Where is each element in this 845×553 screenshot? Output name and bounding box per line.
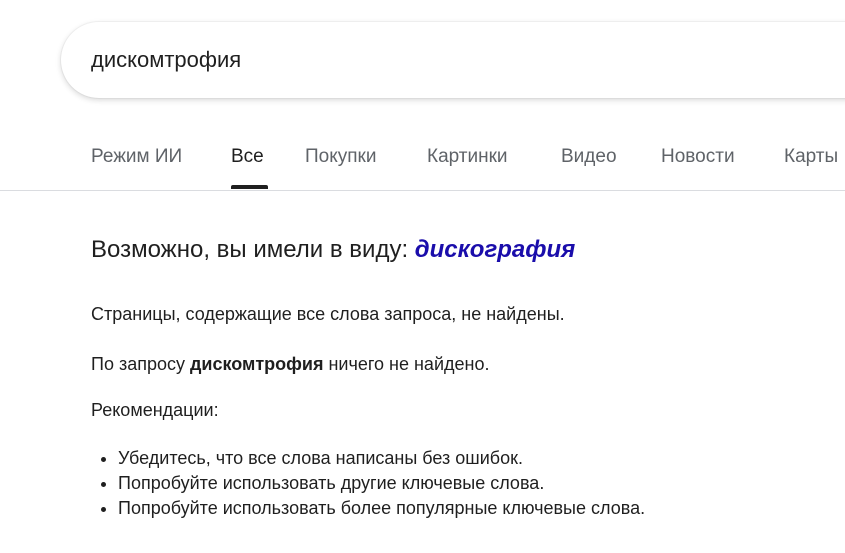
recommendations-title: Рекомендации:	[91, 400, 219, 420]
did-you-mean: Возможно, вы имели в виду: дискография	[91, 236, 831, 264]
search-results-page: Режим ИИ Все Покупки Картинки Видео Ново…	[0, 0, 845, 553]
no-results-query: дискомтрофия	[189, 354, 324, 374]
active-tab-indicator	[231, 185, 268, 189]
search-box[interactable]	[61, 22, 845, 98]
no-results-suffix: ничего не найдено.	[323, 354, 490, 374]
search-input[interactable]	[91, 22, 791, 98]
tab-images[interactable]: Картинки	[427, 146, 508, 168]
no-pages-found-text: Страницы, содержащие все слова запроса, …	[91, 304, 565, 324]
did-you-mean-suggestion-link[interactable]: дискография	[415, 236, 576, 263]
tab-maps[interactable]: Карты	[784, 146, 838, 168]
search-tabs: Режим ИИ Все Покупки Картинки Видео Ново…	[0, 130, 845, 191]
tab-news[interactable]: Новости	[661, 146, 735, 168]
tab-all[interactable]: Все	[231, 146, 264, 168]
recommendation-item: Попробуйте использовать другие ключевые …	[118, 471, 645, 496]
results-content: Возможно, вы имели в виду: дискография С…	[91, 236, 831, 518]
tab-shopping[interactable]: Покупки	[305, 146, 376, 168]
recommendations-list: Убедитесь, что все слова написаны без ош…	[91, 446, 645, 521]
tab-videos[interactable]: Видео	[561, 146, 617, 168]
tab-ai-mode[interactable]: Режим ИИ	[91, 146, 182, 168]
recommendation-item: Убедитесь, что все слова написаны без ош…	[118, 446, 645, 471]
no-results-prefix: По запросу	[91, 354, 190, 374]
did-you-mean-prefix: Возможно, вы имели в виду:	[91, 236, 415, 263]
recommendation-item: Попробуйте использовать более популярные…	[118, 496, 645, 521]
no-results-text: По запросу дискомтрофия ничего не найден…	[91, 354, 489, 375]
